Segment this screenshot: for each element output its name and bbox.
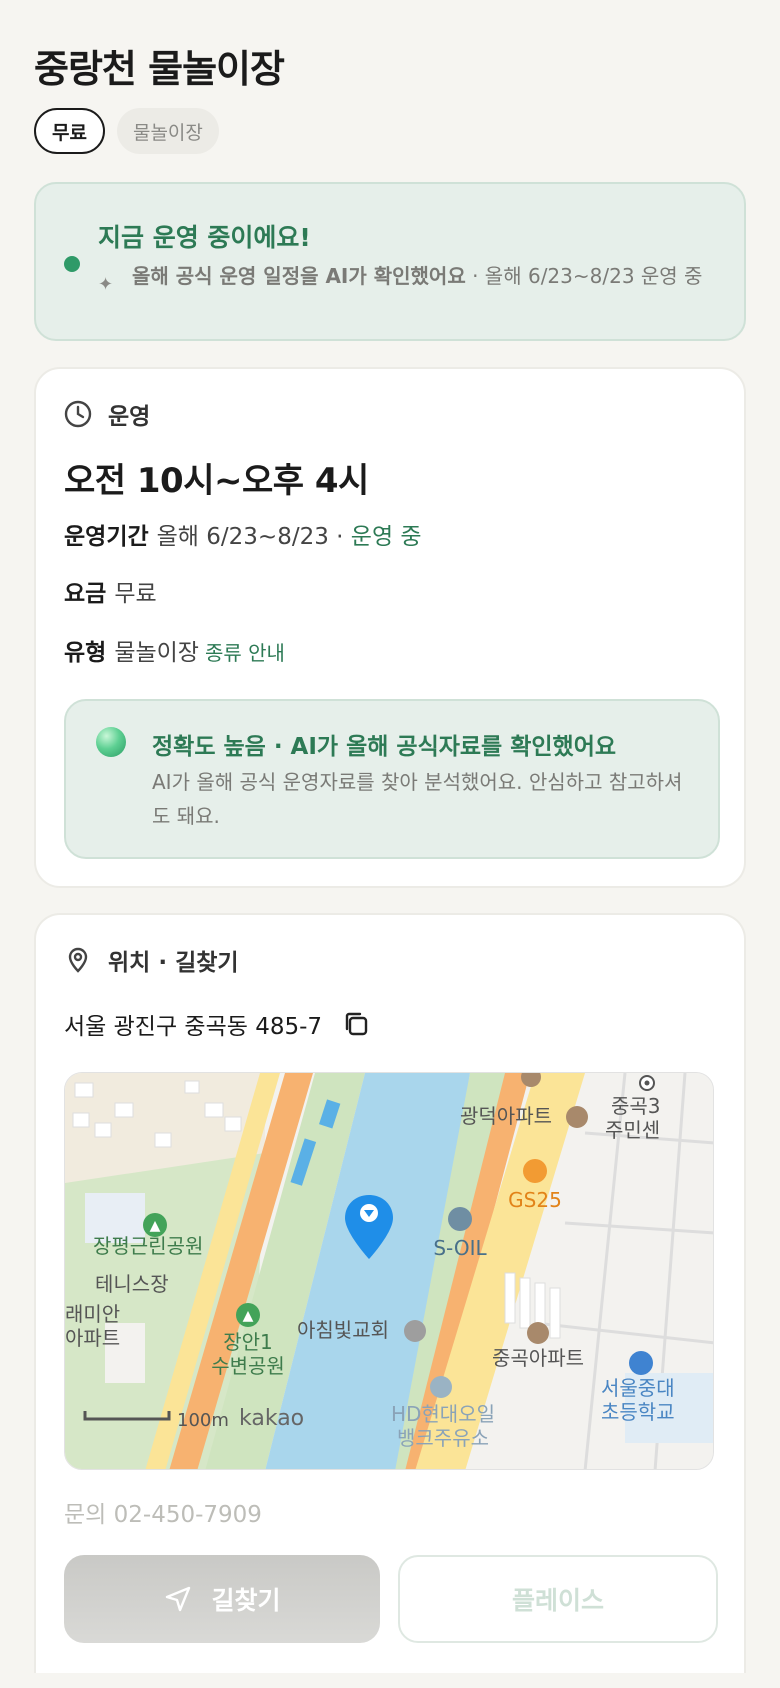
inquiry-phone[interactable]: 문의 02-450-7909 [64,1495,262,1529]
clock-icon [64,400,92,428]
type-row: 유형 물놀이장 종류 안내 [64,633,285,667]
fee-value: 무료 [114,581,157,607]
status-banner: 지금 운영 중이에요! ✦ 올해 공식 운영 일정을 AI가 확인했어요 · 올… [34,182,746,341]
accuracy-notice: 정확도 높음 · AI가 올해 공식자료를 확인했어요 AI가 올해 공식 운영… [64,699,720,859]
fee-row: 요금 무료 [64,574,157,608]
map-label-community2: 주민센 [605,1118,660,1142]
map-label-community: 중곡3 [611,1094,661,1118]
period-row: 운영기간 올해 6/23~8/23 · 운영 중 [64,517,422,551]
map-label-hd2: 뱅크주유소 [397,1426,489,1450]
directions-label: 길찾기 [211,1586,281,1615]
type-guide-link[interactable]: 종류 안내 [205,641,285,665]
map-view[interactable]: ▲ 장평근린공원 테니스장 래미안 아파트 ▲ 장안1 수변공원 아침빛교회 광… [64,1072,714,1470]
tag-list: 무료 물놀이장 [34,108,219,154]
place-button[interactable]: 플레이스 [398,1555,718,1643]
status-desc-rest: · 올해 6/23~8/23 운영 중 [465,264,703,288]
map-label-park2b: 수변공원 [211,1354,285,1378]
directions-button[interactable]: 길찾기 [64,1555,380,1643]
map-label-school2: 초등학교 [601,1400,675,1424]
type-key: 유형 [64,640,107,666]
status-description: 올해 공식 운영 일정을 AI가 확인했어요 · 올해 6/23~8/23 운영… [132,262,732,290]
map-label-raemian2: 아파트 [65,1326,120,1350]
period-value: 올해 6/23~8/23 · [156,524,351,550]
ai-orb-icon [96,727,126,757]
sparkle-icon: ✦ [98,274,114,295]
map-label-park2a: 장안1 [223,1330,273,1354]
map-label-soil: S-OIL [433,1236,487,1260]
location-pin-icon [64,946,92,974]
location-section-header: 위치 · 길찾기 [64,943,239,977]
address-row: 서울 광진구 중곡동 485-7 [64,1007,370,1041]
operation-section-label: 운영 [108,404,151,430]
svg-text:▲: ▲ [243,1308,254,1324]
tag-free[interactable]: 무료 [34,108,105,154]
map-brand-label: kakao [239,1406,304,1431]
map-label-tennis: 테니스장 [95,1272,169,1296]
status-title: 지금 운영 중이에요! [98,223,311,252]
svg-text:▲: ▲ [150,1218,161,1234]
map-label-hd1: HD현대오일 [391,1402,495,1426]
map-label-church: 아침빛교회 [297,1318,389,1342]
page-title: 중랑천 물놀이장 [34,47,285,91]
place-label: 플레이스 [511,1586,604,1615]
map-scale-label: 100m [177,1410,229,1431]
operating-hours: 오전 10시~오후 4시 [64,461,369,501]
map-label-apt2: 중곡아파트 [492,1346,584,1370]
operation-section-header: 운영 [64,397,150,431]
status-desc-bold: 올해 공식 운영 일정을 AI가 확인했어요 [132,264,466,288]
map-label-raemian1: 래미안 [65,1302,120,1326]
map-label-school1: 서울중대 [601,1376,675,1400]
period-status: 운영 중 [350,524,422,550]
location-card: 위치 · 길찾기 서울 광진구 중곡동 485-7 ▲ 장평근린공원 테니스장 … [34,913,746,1673]
type-value: 물놀이장 [114,640,199,666]
operation-card: 운영 오전 10시~오후 4시 운영기간 올해 6/23~8/23 · 운영 중 … [34,367,746,888]
navigation-arrow-icon [163,1584,193,1614]
accuracy-title: 정확도 높음 · AI가 올해 공식자료를 확인했어요 [152,734,617,760]
period-key: 운영기간 [64,524,149,550]
address-text: 서울 광진구 중곡동 485-7 [64,1014,323,1040]
map-label-park1: 장평근린공원 [93,1234,203,1258]
map-label-gs25: GS25 [508,1188,562,1212]
map-label-apt1: 광덕아파트 [460,1104,552,1128]
location-section-label: 위치 · 길찾기 [108,950,239,976]
tag-water-play[interactable]: 물놀이장 [116,108,219,154]
fee-key: 요금 [64,581,107,607]
status-dot-icon [64,256,80,272]
accuracy-description: AI가 올해 공식 운영자료를 찾아 분석했어요. 안심하고 참고하셔도 돼요. [152,770,683,828]
copy-icon[interactable] [342,1010,370,1038]
